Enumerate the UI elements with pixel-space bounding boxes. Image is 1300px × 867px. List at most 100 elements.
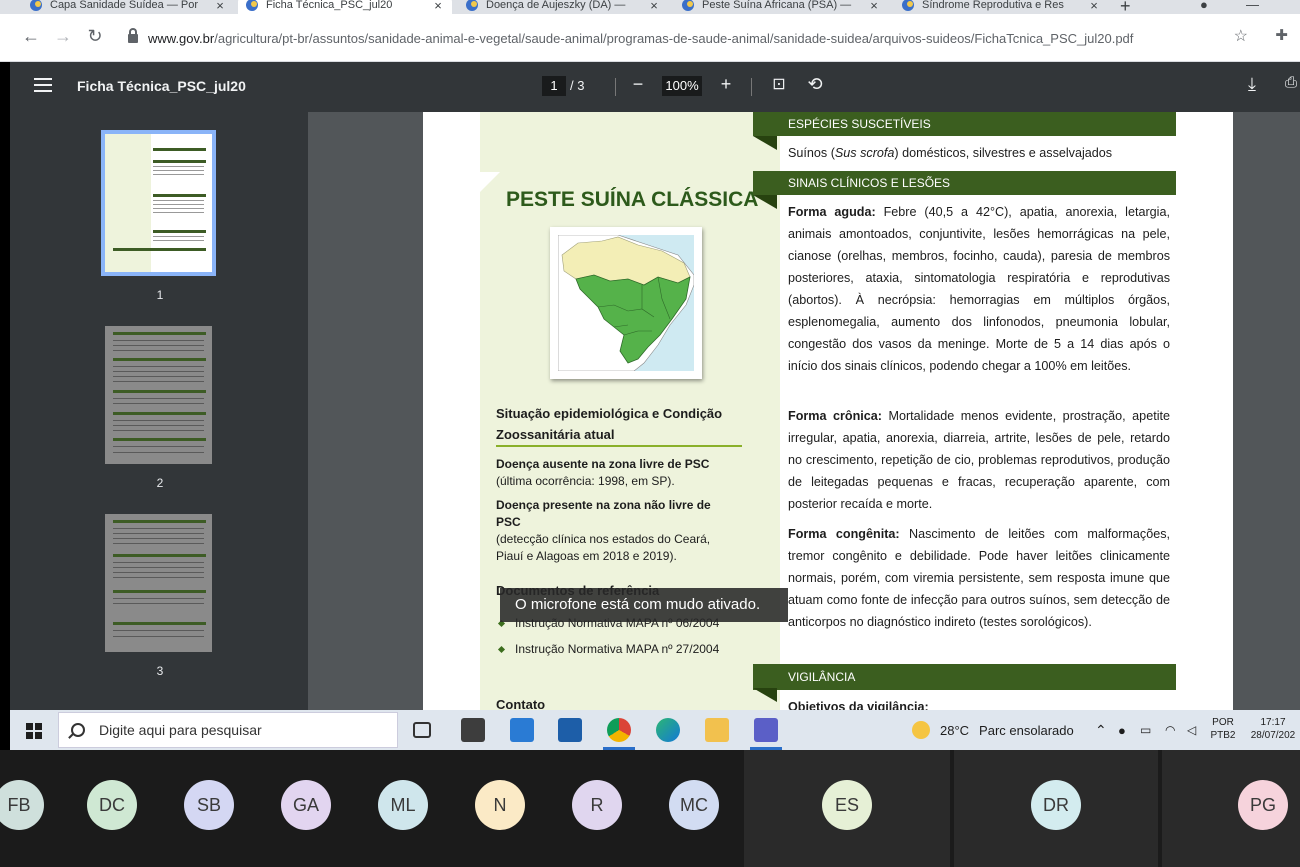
gov-favicon-icon bbox=[30, 0, 42, 11]
store-icon[interactable] bbox=[461, 718, 485, 742]
print-icon[interactable]: ⎙ bbox=[1280, 74, 1300, 91]
windows-start-icon[interactable] bbox=[26, 723, 42, 739]
close-icon[interactable]: × bbox=[212, 0, 228, 13]
pdf-title: Ficha Técnica_PSC_jul20 bbox=[77, 78, 246, 94]
absent-paragraph: Doença ausente na zona livre de PSC (últ… bbox=[496, 456, 766, 490]
tab-label: Doença de Aujeszky (DA) — bbox=[486, 0, 626, 11]
weather-sun-icon bbox=[912, 721, 930, 739]
bookmark-star-icon[interactable]: ☆ bbox=[1234, 26, 1248, 46]
present-bold: Doença presente na zona não livre de PSC bbox=[496, 498, 711, 529]
participant-avatar[interactable]: ML bbox=[378, 780, 428, 830]
reload-icon[interactable]: ↻ bbox=[84, 26, 106, 47]
thumbnail-sidebar: 1 2 3 bbox=[10, 112, 308, 710]
tab-doenca-aujeszky[interactable]: Doença de Aujeszky (DA) — × bbox=[458, 0, 668, 14]
page-number-input[interactable]: 1 bbox=[542, 76, 566, 96]
teams-icon[interactable] bbox=[750, 718, 782, 750]
clock-time: 17:17 bbox=[1260, 717, 1286, 728]
toolbar-divider bbox=[751, 78, 752, 96]
hamburger-menu-icon[interactable] bbox=[34, 78, 52, 96]
congenital-form-paragraph: Forma congênita: Nascimento de leitões c… bbox=[788, 527, 1170, 629]
language-indicator[interactable]: POR PTB2 bbox=[1208, 716, 1238, 742]
address-bar-row: ← → ↻ www.gov.br/agricultura/pt-br/assun… bbox=[0, 14, 1300, 62]
zoom-in-icon[interactable]: + bbox=[715, 74, 737, 95]
surveillance-subheading: Objetivos da vigilância: bbox=[788, 700, 929, 710]
download-icon[interactable]: ⤓ bbox=[1241, 74, 1263, 95]
contact-heading: Contato bbox=[496, 697, 546, 710]
weather-widget[interactable]: 28°C Parc ensolarado bbox=[912, 710, 1074, 750]
thumbnail-page-2[interactable] bbox=[105, 326, 212, 464]
participant-avatar[interactable]: MC bbox=[669, 780, 719, 830]
close-icon[interactable]: × bbox=[430, 0, 446, 13]
battery-icon[interactable]: ▭ bbox=[1140, 710, 1151, 750]
task-view-icon[interactable] bbox=[413, 722, 431, 738]
tab-label: Peste Suína Africana (PSA) — bbox=[702, 0, 852, 11]
chrome-icon[interactable] bbox=[603, 718, 635, 750]
thumbnail-left-column bbox=[105, 134, 151, 272]
participant-avatar[interactable]: N bbox=[475, 780, 525, 830]
clinical-section-header: SINAIS CLÍNICOS E LESÕES bbox=[753, 171, 1176, 209]
gov-favicon-icon bbox=[246, 0, 258, 11]
tab-label: Capa Sanidade Suídea — Por bbox=[50, 0, 198, 11]
mail-icon[interactable] bbox=[510, 718, 534, 742]
close-icon[interactable]: × bbox=[1086, 0, 1102, 13]
participant-avatar[interactable]: PG bbox=[1238, 780, 1288, 830]
screen: { "browser": { "tabs": [ {"label": "Capa… bbox=[0, 0, 1300, 867]
close-icon[interactable]: × bbox=[646, 0, 662, 13]
participant-avatar[interactable]: ES bbox=[822, 780, 872, 830]
zoom-out-icon[interactable]: − bbox=[627, 74, 649, 95]
participant-avatar[interactable]: R bbox=[572, 780, 622, 830]
surveillance-section-header: VIGILÂNCIA bbox=[753, 664, 1176, 702]
diamond-bullet-icon bbox=[497, 645, 506, 653]
wifi-icon[interactable]: ◠ bbox=[1165, 710, 1175, 750]
rotate-icon[interactable]: ⟲ bbox=[804, 74, 826, 95]
gov-favicon-icon bbox=[466, 0, 478, 11]
acute-form-paragraph: Forma aguda: Febre (40,5 a 42°C), apatia… bbox=[788, 205, 1170, 373]
new-tab-button[interactable]: + bbox=[1120, 0, 1131, 14]
thumbnail-number: 2 bbox=[156, 476, 164, 490]
back-arrow-icon[interactable]: ← bbox=[20, 26, 42, 47]
reference-text: Instrução Normativa MAPA nº 27/2004 bbox=[515, 642, 720, 656]
taskbar-search-input[interactable]: Digite aqui para pesquisar bbox=[58, 712, 398, 748]
edge-icon[interactable] bbox=[656, 718, 680, 742]
fit-page-icon[interactable]: ⊡ bbox=[768, 74, 790, 94]
present-text: (detecção clínica nos estados do Ceará, … bbox=[496, 532, 711, 563]
volume-icon[interactable]: ◁ bbox=[1187, 710, 1196, 750]
tab-strip: Capa Sanidade Suídea — Por × Ficha Técni… bbox=[0, 0, 1300, 14]
tray-chevron-icon[interactable]: ⌃ bbox=[1095, 710, 1107, 750]
file-explorer-icon[interactable] bbox=[705, 718, 729, 742]
zoom-level-input[interactable]: 100% bbox=[662, 76, 702, 96]
microphone-icon[interactable]: ● bbox=[1118, 710, 1126, 750]
search-placeholder: Digite aqui para pesquisar bbox=[99, 722, 262, 738]
page-total: / 3 bbox=[570, 78, 585, 93]
clock[interactable]: 17:17 28/07/202 bbox=[1246, 716, 1300, 742]
species-text: Suínos (Sus scrofa) domésticos, silvestr… bbox=[788, 146, 1113, 160]
heading-underline bbox=[496, 445, 742, 447]
toolbar-divider bbox=[615, 78, 616, 96]
remote-app-icon[interactable] bbox=[558, 718, 582, 742]
situation-heading: Situação epidemiológica e Condição Zooss… bbox=[496, 406, 723, 442]
profile-icon[interactable]: ● bbox=[1200, 0, 1208, 12]
extensions-puzzle-icon[interactable]: ✚ bbox=[1275, 26, 1288, 44]
forward-arrow-icon[interactable]: → bbox=[52, 26, 74, 47]
windows-taskbar: Digite aqui para pesquisar 28°C Parc ens… bbox=[10, 710, 1300, 750]
participant-avatar[interactable]: SB bbox=[184, 780, 234, 830]
participant-avatar[interactable]: DC bbox=[87, 780, 137, 830]
thumbnail-page-1[interactable] bbox=[101, 130, 216, 276]
thumbnail-page-3[interactable] bbox=[105, 514, 212, 652]
gov-favicon-icon bbox=[682, 0, 694, 11]
mute-notification: O microfone está com mudo ativado. bbox=[500, 588, 788, 622]
tab-sindrome-reprodutiva[interactable]: Síndrome Reprodutiva e Res × bbox=[894, 0, 1108, 14]
pdf-toolbar: Ficha Técnica_PSC_jul20 1 / 3 − 100% + ⊡… bbox=[10, 62, 1300, 112]
participant-avatar[interactable]: DR bbox=[1031, 780, 1081, 830]
absent-text: (última ocorrência: 1998, em SP). bbox=[496, 474, 675, 488]
gov-favicon-icon bbox=[902, 0, 914, 11]
tab-ficha-tecnica[interactable]: Ficha Técnica_PSC_jul20 × bbox=[238, 0, 452, 14]
close-icon[interactable]: × bbox=[866, 0, 882, 13]
tab-capa-sanidade[interactable]: Capa Sanidade Suídea — Por × bbox=[22, 0, 234, 14]
url-path: /agricultura/pt-br/assuntos/sanidade-ani… bbox=[214, 30, 1134, 46]
pdf-viewer[interactable]: PESTE SUÍNA CLÁSSICA Situação epidemioló… bbox=[308, 112, 1300, 710]
participant-avatar[interactable]: GA bbox=[281, 780, 331, 830]
minimize-icon[interactable]: — bbox=[1246, 0, 1259, 12]
url-field[interactable]: www.gov.br/agricultura/pt-br/assuntos/sa… bbox=[118, 22, 1268, 54]
tab-peste-suina-africana[interactable]: Peste Suína Africana (PSA) — × bbox=[674, 0, 888, 14]
